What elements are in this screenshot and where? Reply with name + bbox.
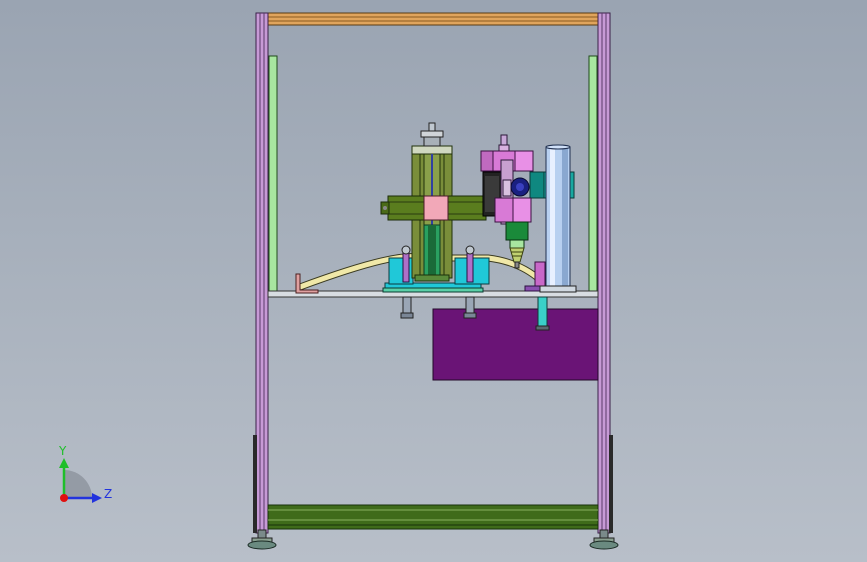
right-upright	[597, 12, 611, 534]
z-axis-label: Z	[104, 487, 112, 501]
axis-origin	[60, 494, 68, 502]
left-upright	[255, 12, 269, 534]
cylinder-center-block	[423, 195, 449, 221]
left-foot	[247, 529, 277, 550]
nozzle-head	[505, 221, 529, 241]
right-foot	[589, 529, 619, 550]
press-cylinder-assembly	[380, 122, 501, 293]
left-inner-post	[268, 55, 278, 295]
cad-viewport[interactable]: Y Z	[0, 0, 867, 562]
view-rotation-indicator	[64, 470, 92, 498]
top-crossbar	[255, 12, 611, 26]
control-box	[432, 308, 599, 381]
axis-triad: Y Z	[58, 444, 112, 503]
y-axis-label: Y	[58, 444, 67, 458]
right-inner-post	[588, 55, 598, 295]
machine-assembly-drawing: Y Z	[58, 12, 619, 550]
